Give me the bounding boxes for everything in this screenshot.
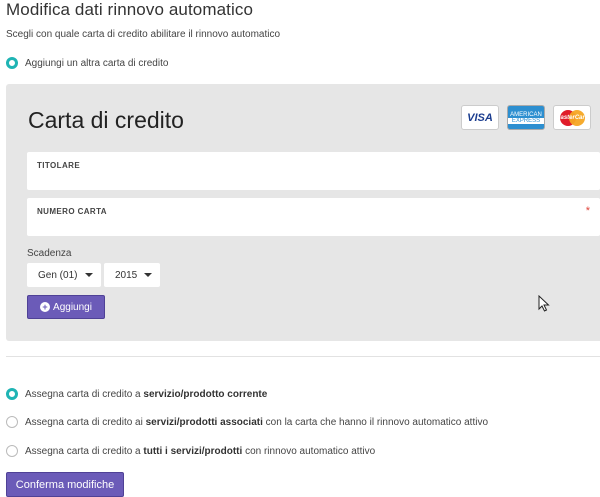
page-title: Modifica dati rinnovo automatico <box>6 0 253 19</box>
plus-circle-icon: + <box>40 302 51 312</box>
card-number-label: NUMERO CARTA <box>37 207 107 216</box>
section-divider <box>6 356 600 357</box>
add-card-button[interactable]: + Aggiungi <box>27 295 105 319</box>
visa-logo-text: VISA <box>467 111 493 124</box>
expiry-year-select[interactable]: 2015 <box>104 263 160 287</box>
expiry-month-value: Gen (01) <box>38 269 78 281</box>
card-number-input[interactable] <box>37 218 577 232</box>
add-card-option[interactable]: Aggiungi un altra carta di credito <box>6 57 168 69</box>
credit-card-form-panel: Carta di credito VISA AMERICAN EXPRESS M… <box>6 84 600 341</box>
assign-option-label: Assegna carta di credito a servizio/prod… <box>25 388 268 400</box>
card-number-field[interactable]: NUMERO CARTA * <box>27 198 600 236</box>
assign-associated-radio[interactable] <box>6 416 18 428</box>
holder-label: TITOLARE <box>37 161 81 170</box>
holder-input[interactable] <box>37 172 577 186</box>
assign-all-radio[interactable] <box>6 445 18 457</box>
mastercard-logo-text: MasterCard <box>555 114 589 121</box>
assign-option-associated[interactable]: Assegna carta di credito ai servizi/prod… <box>6 416 488 428</box>
holder-field[interactable]: TITOLARE <box>27 152 600 190</box>
amex-logo-icon: AMERICAN EXPRESS <box>507 105 545 130</box>
expiry-month-select[interactable]: Gen (01) <box>27 263 101 287</box>
chevron-down-icon <box>144 273 152 277</box>
amex-logo-text-bottom: EXPRESS <box>508 117 544 124</box>
expiry-label: Scadenza <box>27 248 72 259</box>
add-card-button-label: Aggiungi <box>53 301 92 313</box>
assign-option-label: Assegna carta di credito a tutti i servi… <box>25 445 376 457</box>
mastercard-logo-icon: MasterCard <box>553 105 591 130</box>
expiry-year-value: 2015 <box>115 269 138 281</box>
confirm-changes-button[interactable]: Conferma modifiche <box>6 472 124 497</box>
page-subtitle: Scegli con quale carta di credito abilit… <box>6 29 281 40</box>
chevron-down-icon <box>85 273 93 277</box>
card-form-title: Carta di credito <box>28 107 184 133</box>
add-card-radio[interactable] <box>6 57 18 69</box>
mouse-cursor-icon <box>538 295 550 312</box>
assign-current-radio[interactable] <box>6 388 18 400</box>
required-asterisk: * <box>585 205 590 217</box>
assign-option-current[interactable]: Assegna carta di credito a servizio/prod… <box>6 388 267 400</box>
visa-logo-icon: VISA <box>461 105 499 130</box>
assign-option-all[interactable]: Assegna carta di credito a tutti i servi… <box>6 445 375 457</box>
assign-option-label: Assegna carta di credito ai servizi/prod… <box>25 416 489 428</box>
add-card-label: Aggiungi un altra carta di credito <box>25 57 169 69</box>
